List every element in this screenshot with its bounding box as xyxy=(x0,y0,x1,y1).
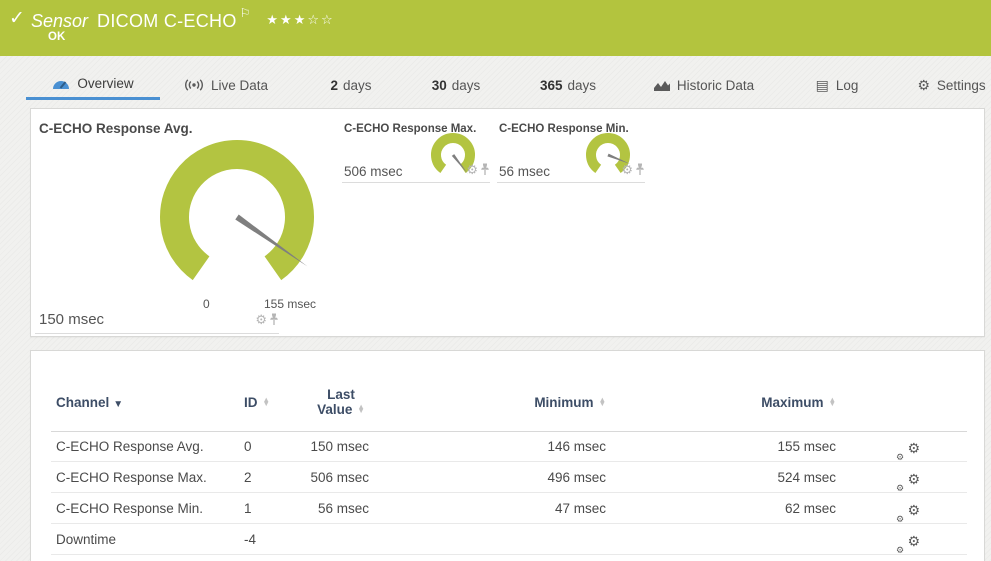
status-check-icon: ✓ xyxy=(9,7,25,30)
channel-minimum: 146 msec xyxy=(506,431,606,462)
tab-30-days[interactable]: 30 days xyxy=(420,70,492,100)
sensor-title-line: Sensor DICOM C-ECHO⚐ ★★★☆☆ xyxy=(31,6,335,32)
channel-last-value: 506 msec xyxy=(269,462,369,493)
area-chart-icon xyxy=(654,79,670,91)
channel-last-value: 150 msec xyxy=(269,431,369,462)
gauge-title-avg: C-ECHO Response Avg. xyxy=(39,121,193,136)
gears-icon: ⚙⚙ xyxy=(896,493,920,524)
column-header-id[interactable]: ID▲▼ xyxy=(244,395,270,410)
sort-icon: ▲▼ xyxy=(829,398,836,407)
gear-icon[interactable]: ⚙ xyxy=(466,162,478,177)
tab-365-days[interactable]: 365 days xyxy=(530,70,606,100)
tab-bar: Overview Live Data 2 days 30 days 365 da… xyxy=(26,70,991,100)
tab-historic-data[interactable]: Historic Data xyxy=(645,70,763,100)
channel-id: 1 xyxy=(244,493,252,524)
column-header-minimum[interactable]: Minimum▲▼ xyxy=(506,395,606,410)
table-row: C-ECHO Response Min. 1 56 msec 47 msec 6… xyxy=(51,493,967,524)
gauge-avg xyxy=(151,137,323,295)
gears-icon: ⚙⚙ xyxy=(896,462,920,493)
tab-label: Settings xyxy=(937,78,986,93)
gauge-scale-min: 0 xyxy=(203,297,210,311)
table-row: C-ECHO Response Avg. 0 150 msec 146 msec… xyxy=(51,431,967,462)
sort-icon: ▲▼ xyxy=(599,398,606,407)
status-badge: OK xyxy=(48,31,65,43)
tab-label: Live Data xyxy=(211,78,268,93)
channel-name[interactable]: C-ECHO Response Avg. xyxy=(56,431,204,462)
tab-log[interactable]: ▤ Log xyxy=(806,70,868,100)
tab-number: 2 xyxy=(330,78,338,93)
channel-id: 2 xyxy=(244,462,252,493)
gauge-scale-max: 155 msec xyxy=(256,297,316,311)
table-row: Downtime -4 ⚙⚙ xyxy=(51,524,967,555)
gauge-icon xyxy=(52,78,70,90)
tab-live-data[interactable]: Live Data xyxy=(176,70,276,100)
pin-icon[interactable] xyxy=(480,163,490,176)
sensor-type-label: Sensor xyxy=(31,11,88,31)
gear-icon: ⚙ xyxy=(917,78,930,92)
gears-icon: ⚙⚙ xyxy=(896,524,920,555)
channel-name[interactable]: C-ECHO Response Min. xyxy=(56,493,203,524)
gear-icon[interactable]: ⚙ xyxy=(255,312,267,327)
tab-label: Overview xyxy=(77,76,133,91)
channel-maximum: 62 msec xyxy=(736,493,836,524)
gears-icon: ⚙⚙ xyxy=(896,431,920,462)
tab-label: days xyxy=(452,78,481,93)
sort-icon: ▲▼ xyxy=(263,398,270,407)
channel-settings-button[interactable]: ⚙⚙ xyxy=(896,524,926,555)
channel-id: -4 xyxy=(244,524,256,555)
tab-2-days[interactable]: 2 days xyxy=(320,70,382,100)
channel-name[interactable]: C-ECHO Response Max. xyxy=(56,462,207,493)
tab-number: 30 xyxy=(432,78,447,93)
channel-id: 0 xyxy=(244,431,252,462)
pin-icon[interactable] xyxy=(635,163,645,176)
broadcast-icon xyxy=(184,79,204,91)
tab-number: 365 xyxy=(540,78,563,93)
page-title: DICOM C-ECHO xyxy=(97,11,237,31)
channel-minimum: 496 msec xyxy=(506,462,606,493)
channel-minimum: 47 msec xyxy=(506,493,606,524)
gauge-footer-avg: ⚙ xyxy=(35,311,279,334)
sort-desc-icon: ▼ xyxy=(113,399,123,410)
priority-stars[interactable]: ★★★☆☆ xyxy=(266,12,334,27)
channel-maximum: 524 msec xyxy=(736,462,836,493)
tab-label: Historic Data xyxy=(677,78,754,93)
column-header-last-value[interactable]: Last Value▲▼ xyxy=(306,387,376,417)
channel-last-value: 56 msec xyxy=(269,493,369,524)
table-row: C-ECHO Response Max. 2 506 msec 496 msec… xyxy=(51,462,967,493)
channel-settings-button[interactable]: ⚙⚙ xyxy=(896,462,926,493)
tab-settings[interactable]: ⚙ Settings xyxy=(912,70,991,100)
gear-icon[interactable]: ⚙ xyxy=(621,162,633,177)
sort-icon: ▲▼ xyxy=(357,405,364,414)
tab-overview[interactable]: Overview xyxy=(26,70,160,100)
sensor-status-bar: ✓ Sensor DICOM C-ECHO⚐ ★★★☆☆ OK xyxy=(0,0,991,56)
column-header-maximum[interactable]: Maximum▲▼ xyxy=(736,395,836,410)
tab-label: Log xyxy=(836,78,859,93)
flag-icon[interactable]: ⚐ xyxy=(240,6,251,20)
tab-label: days xyxy=(568,78,597,93)
channel-name[interactable]: Downtime xyxy=(56,524,116,555)
column-header-channel[interactable]: Channel▼ xyxy=(56,395,123,410)
log-list-icon: ▤ xyxy=(816,78,829,92)
channel-settings-button[interactable]: ⚙⚙ xyxy=(896,493,926,524)
tab-label: days xyxy=(343,78,372,93)
channel-settings-button[interactable]: ⚙⚙ xyxy=(896,431,926,462)
prtg-sensor-page: ✓ Sensor DICOM C-ECHO⚐ ★★★☆☆ OK Overview L… xyxy=(0,0,991,561)
channels-table-panel: Channel▼ ID▲▼ Last Value▲▼ Minimum▲▼ Max… xyxy=(30,350,985,561)
gauge-footer-max: ⚙ xyxy=(342,161,490,183)
gauge-footer-min: ⚙ xyxy=(497,161,645,183)
pin-icon[interactable] xyxy=(269,313,279,326)
channel-maximum: 155 msec xyxy=(736,431,836,462)
gauges-panel: C-ECHO Response Avg. 0 155 msec 150 msec… xyxy=(30,108,985,337)
